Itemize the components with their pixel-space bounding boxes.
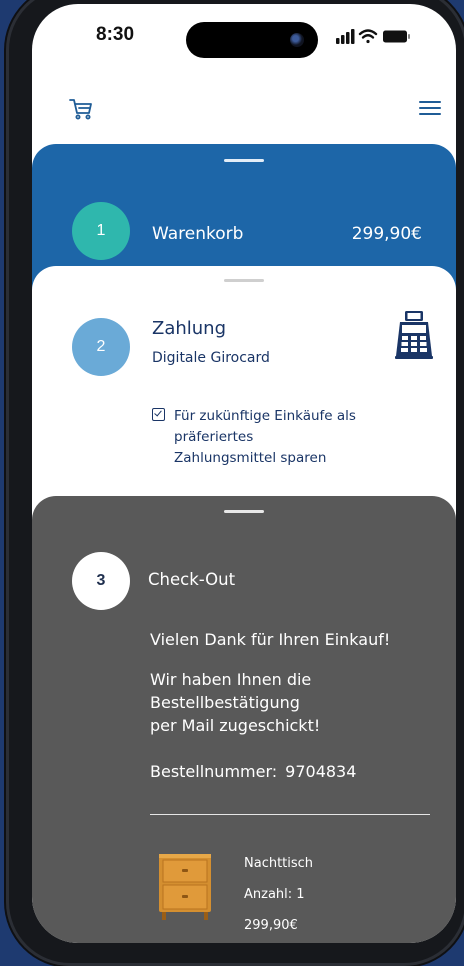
hamburger-menu-icon[interactable] — [418, 98, 442, 122]
save-label-line: Für zukünftige Einkäufe als — [174, 408, 356, 424]
drag-handle[interactable] — [224, 279, 264, 282]
step-number-badge: 3 — [72, 552, 130, 610]
order-number-value: 9704834 — [285, 762, 357, 781]
phone-frame: 8:30 1 Warenkorb 299,90€ 2 Zahlung Digit… — [6, 0, 464, 966]
app-header — [32, 74, 456, 142]
save-payment-checkbox[interactable] — [152, 408, 165, 421]
order-number-row: Bestellnummer: 9704834 — [150, 762, 356, 781]
camera-icon — [290, 33, 304, 47]
divider — [150, 814, 430, 815]
battery-icon — [383, 30, 410, 43]
order-item: Nachttisch Anzahl: 1 299,90€ — [244, 848, 313, 941]
drag-handle[interactable] — [224, 159, 264, 162]
confirmation-message: Wir haben Ihnen die Bestellbestätigung p… — [150, 668, 320, 737]
drag-handle[interactable] — [224, 510, 264, 513]
status-time: 8:30 — [96, 24, 135, 45]
confirmation-line: per Mail zugeschickt! — [150, 716, 321, 735]
shopping-cart-icon[interactable] — [68, 96, 94, 126]
item-quantity: Anzahl: 1 — [244, 887, 305, 902]
thank-you-message: Vielen Dank für Ihren Einkauf! — [150, 630, 391, 649]
status-icons — [336, 28, 420, 48]
item-name: Nachttisch — [244, 856, 314, 871]
wifi-icon — [358, 29, 378, 44]
item-price: 299,90€ — [244, 918, 298, 933]
cart-title: Warenkorb — [152, 224, 244, 244]
cart-total: 299,90€ — [351, 224, 422, 244]
checkout-title: Check-Out — [148, 570, 236, 589]
card-terminal-icon — [394, 310, 434, 364]
screen: 8:30 1 Warenkorb 299,90€ 2 Zahlung Digit… — [32, 4, 456, 943]
payment-title: Zahlung — [152, 318, 227, 339]
confirmation-line: Wir haben Ihnen die — [150, 670, 312, 689]
step-number-badge: 1 — [72, 202, 130, 260]
step-checkout-panel[interactable]: 3 Check-Out Vielen Dank für Ihren Einkau… — [32, 496, 456, 943]
cellular-signal-icon — [336, 29, 355, 44]
status-bar: 8:30 — [32, 4, 456, 74]
order-number-label: Bestellnummer: — [150, 762, 278, 781]
payment-method: Digitale Girocard — [152, 350, 270, 366]
dynamic-island — [186, 22, 318, 58]
step-number-badge: 2 — [72, 318, 130, 376]
check-icon — [154, 408, 162, 417]
save-label-line: präferiertes — [174, 429, 254, 445]
confirmation-line: Bestellbestätigung — [150, 693, 300, 712]
save-label-line: Zahlungsmittel sparen — [174, 450, 327, 466]
nightstand-image — [156, 852, 214, 926]
save-payment-label: Für zukünftige Einkäufe als präferiertes… — [174, 406, 424, 469]
